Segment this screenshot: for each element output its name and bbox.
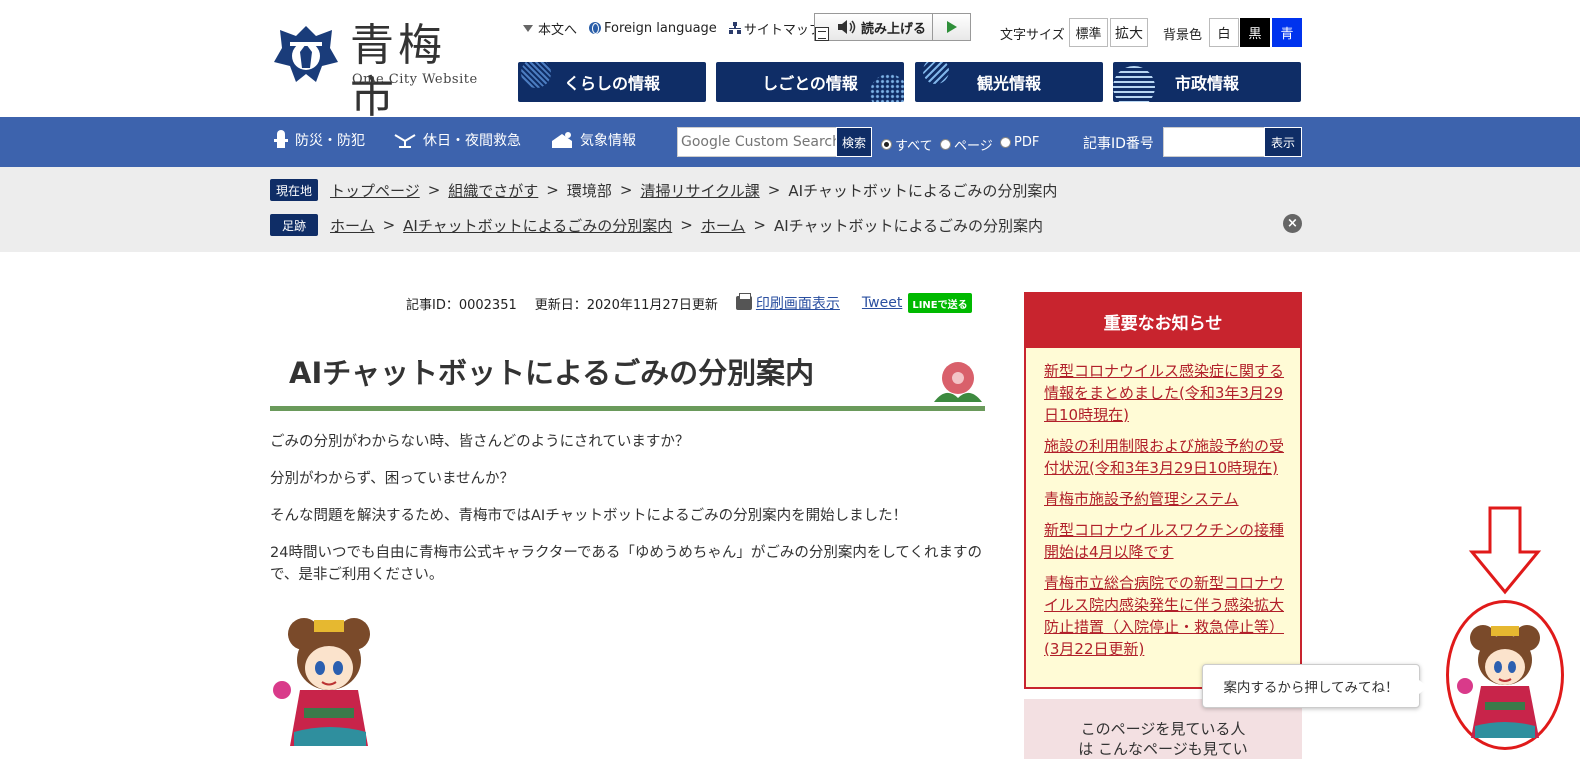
font-size-standard-button[interactable]: 標準 (1069, 18, 1108, 47)
radio-selected-icon (881, 139, 892, 150)
notice-link[interactable]: 新型コロナウイルス感染症に関する情報をまとめました(令和3年3月29日10時現在… (1044, 360, 1284, 426)
sitemap-link[interactable]: サイトマップ (728, 19, 822, 38)
search-button[interactable]: 検索 (836, 127, 872, 157)
breadcrumb-text: 環境部 (566, 181, 612, 200)
speaker-icon (838, 20, 856, 34)
history-link[interactable]: ホーム (330, 215, 375, 236)
title-underline (270, 406, 985, 411)
read-menu-icon[interactable] (815, 27, 829, 41)
foreign-language-link[interactable]: Foreign language (589, 21, 717, 36)
breadcrumb-link[interactable]: 組織でさがす (448, 180, 538, 201)
bg-blue-button[interactable]: 青 (1272, 18, 1302, 47)
article-id-input[interactable] (1163, 127, 1265, 157)
radio-page[interactable]: ページ (940, 135, 993, 154)
notice-link[interactable]: 青梅市立総合病院での新型コロナウイルス院内感染発生に伴う感染拡大防止措置（入院停… (1044, 572, 1284, 660)
page-title: AIチャットボットによるごみの分別案内 (289, 356, 815, 390)
radio-unselected-icon (940, 139, 951, 150)
important-notice-box: 重要なお知らせ 新型コロナウイルス感染症に関する情報をまとめました(令和3年3月… (1024, 292, 1302, 689)
site-logo[interactable]: 青梅市 Ome City Website (272, 20, 482, 123)
radio-unselected-icon (1000, 137, 1011, 148)
breadcrumb-link[interactable]: 清掃リサイクル課 (640, 180, 759, 201)
city-emblem-icon (274, 26, 338, 82)
font-size-label: 文字サイズ (1000, 28, 1065, 43)
breadcrumb-current: 現在地 トップページ > 組織でさがす > 環境部 > 清掃リサイクル課 > AIチャッ… (270, 179, 1057, 201)
breadcrumb-text: AIチャットボットによるごみの分別案内 (788, 181, 1058, 200)
article-paragraph: 24時間いつでも自由に青梅市公式キャラクターである「ゆめうめちゃん」がごみの分別… (270, 545, 982, 583)
history-link[interactable]: AIチャットボットによるごみの分別案内 (403, 215, 672, 236)
related-pages-heading: このページを見ている人は こんなページも見ています (1078, 720, 1248, 758)
font-size-large-button[interactable]: 拡大 (1110, 18, 1148, 47)
sitemap-icon (728, 22, 741, 34)
article-meta: 記事ID：0002351 更新日：2020年11月27日更新 印刷画面表示 Tw… (406, 293, 972, 313)
pattern-decoration (521, 62, 551, 88)
notice-heading: 重要なお知らせ (1026, 294, 1300, 348)
disaster-prevention-link[interactable]: 防災・防犯 (273, 130, 365, 150)
yumeume-character-image (273, 618, 370, 746)
chatbot-launcher-character[interactable] (1455, 620, 1555, 745)
print-view-link[interactable]: 印刷画面表示 (756, 293, 840, 313)
bg-black-button[interactable]: 黒 (1240, 18, 1270, 47)
close-icon[interactable]: × (1283, 214, 1302, 233)
radio-all[interactable]: すべて (881, 135, 933, 154)
pattern-decoration (923, 62, 949, 84)
radio-pdf[interactable]: PDF (1000, 135, 1039, 150)
utility-links: 本文へ Foreign language サイトマップ (523, 14, 834, 42)
updated-date: 更新日：2020年11月27日更新 (534, 297, 718, 313)
gnav-tourism[interactable]: 観光情報 (915, 62, 1103, 102)
bg-white-button[interactable]: 白 (1209, 18, 1239, 47)
gnav-city-admin[interactable]: 市政情報 (1113, 62, 1301, 102)
read-aloud-button[interactable]: 読み上げる (815, 14, 933, 40)
article-id-label: 記事ID番号 (1083, 136, 1154, 152)
background-color-label: 背景色 (1163, 28, 1203, 43)
ambulance-icon (394, 134, 416, 148)
gnav-living[interactable]: くらしの情報 (518, 62, 706, 102)
notice-link[interactable]: 新型コロナウイルスワクチンの接種開始は4月以降です (1044, 519, 1284, 563)
site-search-input[interactable] (681, 128, 836, 156)
article-id: 記事ID：0002351 (406, 297, 517, 313)
history-tag: 足跡 (270, 214, 318, 236)
globe-icon (589, 22, 602, 34)
gnav-work[interactable]: しごとの情報 (716, 62, 904, 102)
fire-hydrant-icon (274, 130, 288, 148)
triangle-down-icon (523, 24, 533, 32)
site-search-field[interactable] (677, 127, 837, 157)
line-share-button[interactable]: LINEで送る (908, 293, 972, 313)
holiday-night-emergency-link[interactable]: 休日・夜間救急 (393, 130, 521, 150)
breadcrumb-link[interactable]: トップページ (330, 180, 420, 201)
notice-link[interactable]: 施設の利用制限および施設予約の受付状況(令和3年3月29日10時現在) (1044, 435, 1284, 479)
article-paragraph: そんな問題を解決するため、青梅市ではAIチャットボットによるごみの分別案内を開始… (270, 508, 908, 524)
article-paragraph: ごみの分別がわからない時、皆さんどのようにされていますか？ (270, 434, 690, 450)
pattern-decoration (1113, 66, 1155, 102)
plum-blossom-icon (934, 362, 982, 402)
printer-icon (735, 293, 752, 310)
article-paragraph: 分別がわからず、困っていませんか？ (270, 471, 515, 487)
current-location-tag: 現在地 (270, 179, 318, 201)
play-button[interactable] (933, 14, 970, 40)
breadcrumb-history: 足跡 ホーム > AIチャットボットによるごみの分別案内 > ホーム > AIチャット… (270, 214, 1043, 236)
tweet-link[interactable]: Tweet (862, 295, 902, 311)
read-aloud-widget: 読み上げる (814, 13, 971, 41)
arrow-down-icon (1468, 506, 1542, 595)
pattern-decoration (870, 74, 904, 102)
site-header: 青梅市 Ome City Website 本文へ Foreign languag… (0, 0, 1580, 123)
history-link[interactable]: ホーム (701, 215, 746, 236)
weather-house-icon (552, 132, 572, 148)
notice-link[interactable]: 青梅市施設予約管理システム (1044, 488, 1284, 510)
history-text: AIチャットボットによるごみの分別案内 (773, 216, 1044, 235)
chatbot-speech-bubble[interactable]: 案内するから押してみてね！ (1202, 664, 1428, 708)
article-id-show-button[interactable]: 表示 (1264, 127, 1302, 157)
weather-info-link[interactable]: 気象情報 (550, 130, 636, 150)
logo-subtitle: Ome City Website (352, 72, 478, 87)
notice-list: 新型コロナウイルス感染症に関する情報をまとめました(令和3年3月29日10時現在… (1026, 348, 1300, 660)
breadcrumb-area: 現在地 トップページ > 組織でさがす > 環境部 > 清掃リサイクル課 > AIチャッ… (0, 167, 1580, 252)
related-pages-box: このページを見ている人は こんなページも見ています (1024, 699, 1302, 759)
skip-to-content-link[interactable]: 本文へ (523, 19, 577, 38)
play-icon (946, 21, 957, 33)
